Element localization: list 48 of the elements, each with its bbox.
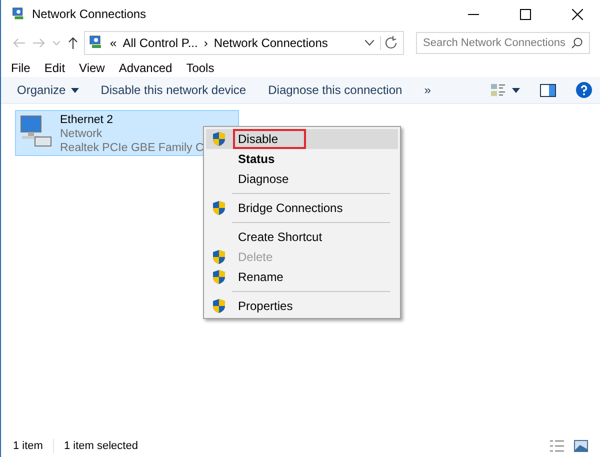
dropdown-icon[interactable] [512, 88, 520, 92]
menu-item[interactable]: File [4, 61, 38, 75]
menu-item[interactable]: Tools [179, 61, 222, 75]
overflow-chevron[interactable]: « [110, 36, 117, 50]
maximize-icon [520, 8, 530, 20]
search-icon [571, 37, 583, 49]
menu-item[interactable]: View [72, 61, 112, 75]
ethernet-adapter-icon [18, 113, 54, 149]
context-menu-item[interactable]: Diagnose [206, 169, 398, 189]
context-menu-item[interactable]: Bridge Connections [206, 198, 398, 218]
shield-icon [212, 200, 226, 216]
item-count: 1 item [13, 440, 43, 452]
context-menu-item[interactable]: Create Shortcut [206, 227, 398, 247]
shield-icon [212, 249, 226, 265]
caret-icon [70, 88, 79, 92]
breadcrumb-separator: › [204, 36, 208, 50]
connection-network: Network [60, 127, 104, 141]
connection-adapter: Realtek PCIe GBE Family C [60, 141, 204, 155]
address-bar[interactable]: « All Control P... › Network Connections [84, 31, 404, 55]
menu-item[interactable]: Edit [37, 61, 72, 75]
preview-pane-icon[interactable] [540, 84, 556, 96]
breadcrumb[interactable]: Network Connections [214, 36, 359, 50]
search-field[interactable]: Search Network Connections [416, 32, 590, 54]
more-button[interactable]: » [416, 83, 439, 97]
context-menu-item[interactable]: Rename [206, 267, 398, 287]
view-options-icon[interactable] [490, 83, 506, 97]
connection-item[interactable]: Ethernet 2 Network Realtek PCIe GBE Family C [15, 110, 239, 156]
breadcrumb[interactable]: All Control P... [122, 36, 198, 50]
organize-button[interactable]: Organize [9, 83, 87, 97]
shield-icon [212, 269, 226, 285]
menu-item[interactable]: Advanced [112, 61, 180, 75]
toolbar-button[interactable]: Diagnose this connection [260, 83, 410, 97]
network-icon [11, 6, 26, 22]
network-icon [88, 35, 104, 51]
large-icons-view-icon[interactable] [574, 440, 588, 452]
selection-count: 1 item selected [64, 440, 139, 452]
shield-icon [212, 298, 226, 314]
close-icon [572, 8, 582, 20]
details-view-icon[interactable] [550, 440, 564, 452]
dropdown-icon[interactable] [365, 40, 374, 46]
window-title: Network Connections [32, 7, 148, 21]
toolbar-button[interactable]: Disable this network device [92, 83, 254, 97]
shield-icon [212, 131, 226, 147]
up-button[interactable] [66, 37, 80, 49]
connection-name: Ethernet 2 [60, 113, 114, 127]
context-menu-item[interactable]: Disable [206, 129, 398, 149]
help-icon[interactable] [576, 82, 592, 98]
context-menu-item[interactable]: Properties [206, 296, 398, 316]
